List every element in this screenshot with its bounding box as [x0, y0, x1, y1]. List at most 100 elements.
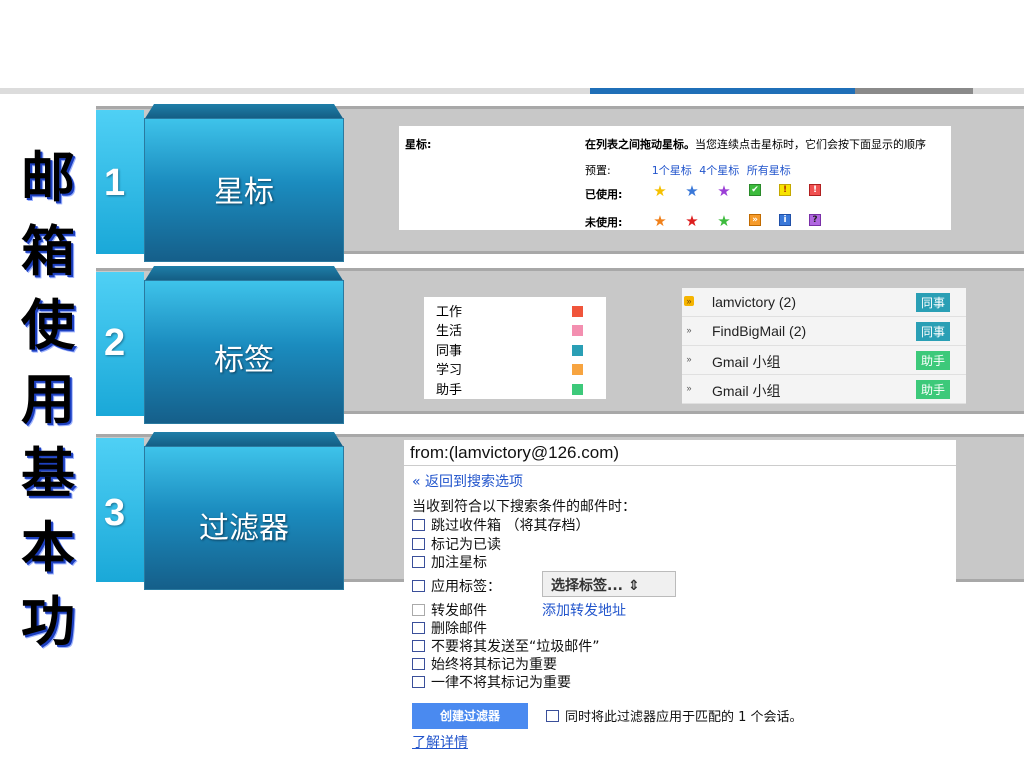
section-3-number-tab: 3 [96, 438, 144, 582]
checkbox[interactable] [546, 710, 559, 722]
option-label: 不要将其发送至“垃圾邮件” [431, 639, 600, 655]
option-label: 加注星标 [431, 555, 487, 571]
label-row[interactable]: 学习 [436, 358, 596, 378]
mail-row[interactable]: » FindBigMail (2) 同事 [682, 317, 966, 346]
label-name: 学习 [436, 363, 463, 378]
preset-link-4-stars[interactable]: 4个星标 [699, 164, 739, 177]
label-row[interactable]: 助手 [436, 378, 596, 398]
orange-guillemet-icon[interactable]: » [749, 214, 761, 226]
not-in-use-label: 未使用: [585, 216, 623, 229]
label-row[interactable]: 同事 [436, 339, 596, 359]
apply-to-matching-option[interactable]: 同时将此过滤器应用于匹配的 1 个会话。 [546, 706, 803, 725]
checkbox[interactable] [412, 519, 425, 531]
mail-label-tag[interactable]: 助手 [916, 380, 951, 399]
skip-inbox-option[interactable]: 跳过收件箱 （将其存档） [412, 515, 589, 535]
label-name: 助手 [436, 383, 463, 398]
importance-marker-icon[interactable]: » [684, 383, 694, 393]
label-row[interactable]: 工作 [436, 300, 596, 320]
importance-marker-icon[interactable]: » [684, 354, 694, 364]
choose-label-select[interactable]: 选择标签... ⇕ [542, 571, 676, 597]
option-label: 转发邮件 [431, 603, 487, 619]
section-number: 3 [104, 492, 126, 534]
label-name: 同事 [436, 344, 463, 359]
mail-sender: FindBigMail (2) [712, 323, 807, 339]
preset-link-all-stars[interactable]: 所有星标 [747, 164, 791, 177]
section-2-block: 标签 [144, 280, 344, 424]
top-accent-blue [590, 88, 855, 94]
purple-star-icon[interactable]: ★ [717, 184, 731, 199]
title-char: 邮 [21, 145, 75, 209]
mail-sender: Gmail 小组 [712, 383, 781, 399]
mail-label-tag[interactable]: 同事 [916, 322, 951, 341]
checkbox[interactable] [412, 538, 425, 550]
label-name: 工作 [436, 305, 463, 320]
label-color-swatch [572, 364, 583, 375]
mail-row[interactable]: » Gmail 小组 助手 [682, 375, 966, 404]
section-1-number-tab: 1 [96, 110, 144, 254]
presets-label: 预置: [585, 164, 611, 177]
back-to-search-link[interactable]: « 返回到搜索选项 [412, 471, 523, 491]
stars-desc-rest: 当您连续点击星标时，它们会按下面显示的顺序 [695, 138, 926, 151]
label-name: 生活 [436, 324, 463, 339]
section-label: 标签 [214, 343, 274, 378]
section-2-number-tab: 2 [96, 272, 144, 416]
blue-info-icon[interactable]: i [779, 214, 791, 226]
red-bang-icon[interactable]: ! [809, 184, 821, 196]
section-1-block: 星标 [144, 118, 344, 262]
mail-label-tag[interactable]: 同事 [916, 293, 951, 312]
checkbox[interactable] [412, 640, 425, 652]
importance-marker-icon[interactable]: » [684, 296, 694, 306]
filter-settings-panel: from:(lamvictory@126.com) « 返回到搜索选项 当收到符… [404, 440, 956, 762]
checkbox[interactable] [412, 676, 425, 688]
blue-star-icon[interactable]: ★ [685, 184, 699, 199]
learn-more-link[interactable]: 了解详情 [412, 732, 468, 752]
label-color-swatch [572, 325, 583, 336]
forward-option[interactable]: 转发邮件 [412, 600, 487, 620]
label-color-swatch [572, 384, 583, 395]
mail-label-tag[interactable]: 助手 [916, 351, 951, 370]
option-label: 始终将其标记为重要 [431, 657, 557, 673]
red-star-icon[interactable]: ★ [685, 214, 699, 229]
checkbox[interactable] [412, 580, 425, 592]
section-3-block: 过滤器 [144, 446, 344, 590]
section-label: 星标 [214, 175, 274, 210]
importance-marker-icon[interactable]: » [684, 325, 694, 335]
always-important-option[interactable]: 始终将其标记为重要 [412, 654, 557, 674]
label-color-swatch [572, 306, 583, 317]
mail-row[interactable]: » Gmail 小组 助手 [682, 346, 966, 375]
mail-sender: lamvictory (2) [712, 294, 797, 310]
option-label: 跳过收件箱 （将其存档） [431, 518, 590, 534]
add-forwarding-address-link[interactable]: 添加转发地址 [542, 600, 626, 620]
in-use-label: 已使用: [585, 188, 623, 201]
green-check-icon[interactable]: ✔ [749, 184, 761, 196]
checkbox[interactable] [412, 604, 425, 616]
orange-star-icon[interactable]: ★ [653, 214, 667, 229]
never-spam-option[interactable]: 不要将其发送至“垃圾邮件” [412, 636, 600, 656]
yellow-bang-icon[interactable]: ! [779, 184, 791, 196]
top-accent-gray [855, 88, 973, 94]
not-in-use-star-row: ★ ★ ★ » i ? [653, 214, 821, 229]
mail-row[interactable]: » lamvictory (2) 同事 [682, 288, 966, 317]
delete-option[interactable]: 删除邮件 [412, 618, 487, 638]
apply-label-option[interactable]: 应用标签： [412, 576, 501, 596]
stars-description: 在列表之间拖动星标。当您连续点击星标时，它们会按下面显示的顺序 [585, 136, 926, 152]
checkbox[interactable] [412, 658, 425, 670]
preset-link-1-star[interactable]: 1个星标 [652, 164, 692, 177]
checkbox[interactable] [412, 556, 425, 568]
option-label: 同时将此过滤器应用于匹配的 1 个会话。 [565, 710, 803, 725]
star-it-option[interactable]: 加注星标 [412, 552, 487, 572]
create-filter-button[interactable]: 创建过滤器 [412, 703, 528, 729]
section-label: 过滤器 [199, 511, 289, 546]
checkbox[interactable] [412, 622, 425, 634]
stars-desc-bold: 在列表之间拖动星标。 [585, 138, 695, 151]
section-number: 1 [104, 162, 126, 204]
filter-query: from:(lamvictory@126.com) [404, 440, 956, 466]
mail-sender: Gmail 小组 [712, 354, 781, 370]
green-star-icon[interactable]: ★ [717, 214, 731, 229]
yellow-star-icon[interactable]: ★ [653, 184, 667, 199]
never-important-option[interactable]: 一律不将其标记为重要 [412, 672, 571, 692]
purple-question-icon[interactable]: ? [809, 214, 821, 226]
in-use-star-row: ★ ★ ★ ✔ ! ! [653, 184, 821, 199]
mark-read-option[interactable]: 标记为已读 [412, 534, 501, 554]
label-row[interactable]: 生活 [436, 319, 596, 339]
